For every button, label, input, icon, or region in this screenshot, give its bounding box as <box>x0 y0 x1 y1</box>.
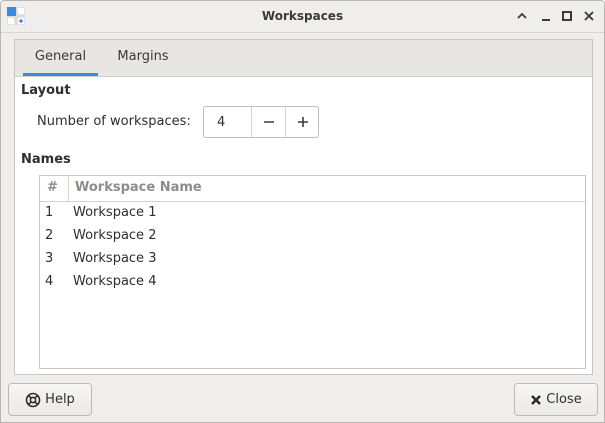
workspace-count-spinner <box>203 106 319 138</box>
tab-general[interactable]: General <box>23 40 98 76</box>
title-bar[interactable]: Workspaces <box>1 1 604 33</box>
workspace-name[interactable]: Workspace 1 <box>73 201 156 224</box>
names-heading: Names <box>21 152 71 167</box>
table-row[interactable]: 3 Workspace 3 <box>40 247 585 270</box>
tab-bar: General Margins <box>15 40 592 77</box>
close-button-label: Close <box>546 392 582 407</box>
workspace-name[interactable]: Workspace 4 <box>73 270 156 293</box>
minimize-icon[interactable] <box>515 9 529 23</box>
help-button[interactable]: Help <box>8 383 92 416</box>
notebook: General Margins Layout Number of workspa… <box>14 39 593 375</box>
increment-button[interactable] <box>285 107 319 137</box>
close-x-icon <box>530 394 542 406</box>
help-button-label: Help <box>45 392 75 407</box>
close-button[interactable]: Close <box>514 383 598 416</box>
dialog-body: General Margins Layout Number of workspa… <box>1 33 604 422</box>
row-number: 3 <box>45 251 54 266</box>
table-row[interactable]: 4 Workspace 4 <box>40 270 585 293</box>
layout-heading: Layout <box>21 83 71 98</box>
workspace-names-list[interactable]: # Workspace Name 1 Workspace 1 2 Workspa… <box>39 175 586 369</box>
maximize-icon[interactable] <box>560 9 574 23</box>
column-header-number[interactable]: # <box>47 176 58 201</box>
column-separator <box>68 176 69 201</box>
workspace-name[interactable]: Workspace 3 <box>73 247 156 270</box>
row-number: 4 <box>45 274 54 289</box>
row-number: 2 <box>45 228 54 243</box>
plus-icon <box>297 117 308 127</box>
row-number: 1 <box>45 205 54 220</box>
workspace-count-label: Number of workspaces: <box>37 114 191 129</box>
help-icon <box>25 392 41 408</box>
tab-margins[interactable]: Margins <box>106 40 180 76</box>
decrement-button[interactable] <box>251 107 285 137</box>
table-row[interactable]: 2 Workspace 2 <box>40 224 585 247</box>
workspace-count-input[interactable] <box>204 107 251 137</box>
close-icon[interactable] <box>582 9 596 23</box>
workspaces-dialog: Workspaces General Margins Layout Number… <box>0 0 605 423</box>
workspace-name[interactable]: Workspace 2 <box>73 224 156 247</box>
column-header-workspace-name[interactable]: Workspace Name <box>75 176 202 201</box>
window-title: Workspaces <box>261 9 344 23</box>
table-row[interactable]: 1 Workspace 1 <box>40 201 585 224</box>
list-header: # Workspace Name <box>40 176 585 202</box>
minus-icon <box>263 121 274 123</box>
restore-icon[interactable] <box>539 9 553 23</box>
